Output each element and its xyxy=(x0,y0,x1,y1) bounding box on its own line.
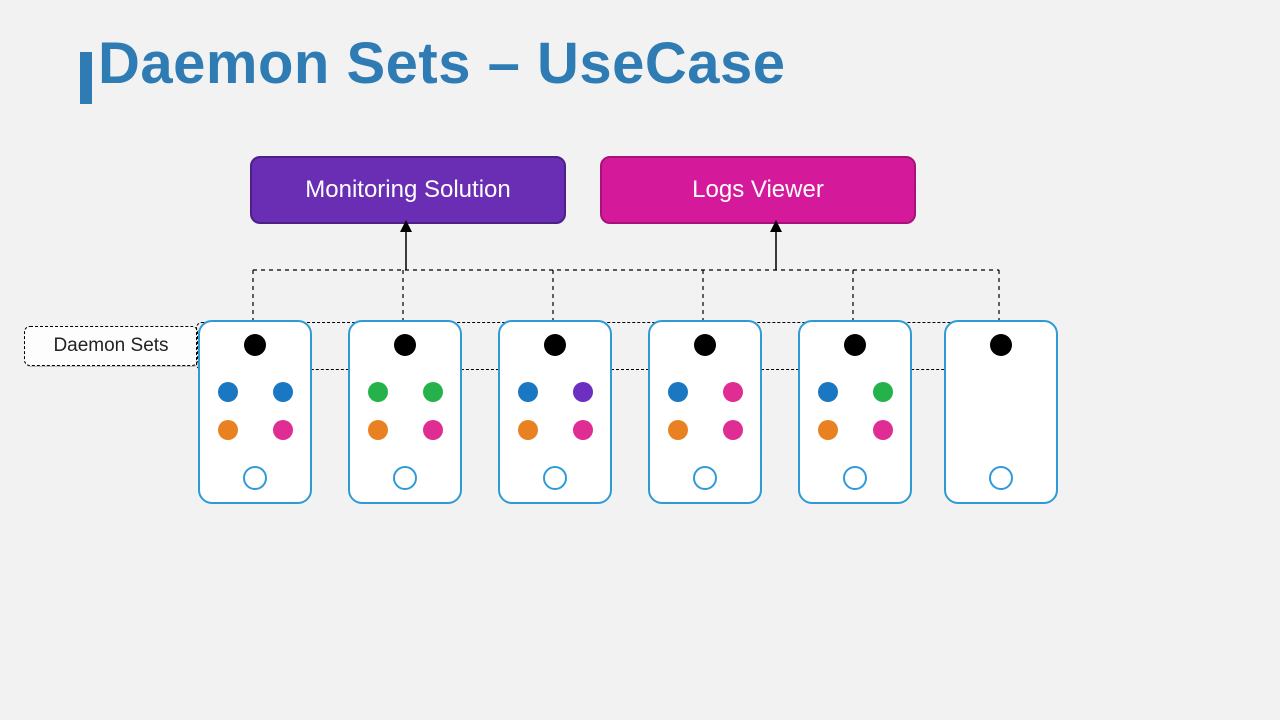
pod-icon xyxy=(668,382,688,402)
pod-icon xyxy=(668,420,688,440)
node-indicator-icon xyxy=(843,466,867,490)
pod-icon xyxy=(368,382,388,402)
pod-icon xyxy=(518,382,538,402)
monitoring-solution-label: Monitoring Solution xyxy=(305,176,510,204)
daemon-pod-icon xyxy=(544,334,566,356)
daemon-pod-icon xyxy=(990,334,1012,356)
monitoring-solution-box: Monitoring Solution xyxy=(250,156,566,224)
pod-icon xyxy=(818,420,838,440)
pod-icon xyxy=(723,382,743,402)
pod-icon xyxy=(518,420,538,440)
node xyxy=(648,320,762,504)
daemon-pod-icon xyxy=(394,334,416,356)
pod-icon xyxy=(273,420,293,440)
slide-title: Daemon Sets – UseCase xyxy=(98,30,786,97)
logs-viewer-label: Logs Viewer xyxy=(692,176,824,204)
pod-icon xyxy=(873,382,893,402)
node-indicator-icon xyxy=(393,466,417,490)
pod-icon xyxy=(873,420,893,440)
pods-grid xyxy=(650,382,760,440)
node-indicator-icon xyxy=(243,466,267,490)
pod-icon xyxy=(218,382,238,402)
pod-icon xyxy=(818,382,838,402)
title-accent-bar xyxy=(80,52,92,104)
daemon-pod-icon xyxy=(844,334,866,356)
node xyxy=(944,320,1058,504)
pod-icon xyxy=(218,420,238,440)
pods-grid xyxy=(350,382,460,440)
pods-grid xyxy=(500,382,610,440)
daemon-pod-icon xyxy=(244,334,266,356)
node xyxy=(198,320,312,504)
node xyxy=(798,320,912,504)
pod-icon xyxy=(423,420,443,440)
pod-icon xyxy=(423,382,443,402)
slide: Daemon Sets – UseCase Monitoring Solutio… xyxy=(0,0,1280,720)
pod-icon xyxy=(723,420,743,440)
daemon-pod-icon xyxy=(694,334,716,356)
node xyxy=(498,320,612,504)
pods-grid xyxy=(200,382,310,440)
logs-viewer-box: Logs Viewer xyxy=(600,156,916,224)
daemon-sets-label-text: Daemon Sets xyxy=(53,335,168,357)
node-indicator-icon xyxy=(989,466,1013,490)
daemon-sets-band xyxy=(196,322,1042,370)
pod-icon xyxy=(273,382,293,402)
pods-grid xyxy=(800,382,910,440)
node-indicator-icon xyxy=(693,466,717,490)
daemon-sets-label: Daemon Sets xyxy=(24,326,198,366)
pod-icon xyxy=(368,420,388,440)
node-indicator-icon xyxy=(543,466,567,490)
node xyxy=(348,320,462,504)
pod-icon xyxy=(573,420,593,440)
pod-icon xyxy=(573,382,593,402)
